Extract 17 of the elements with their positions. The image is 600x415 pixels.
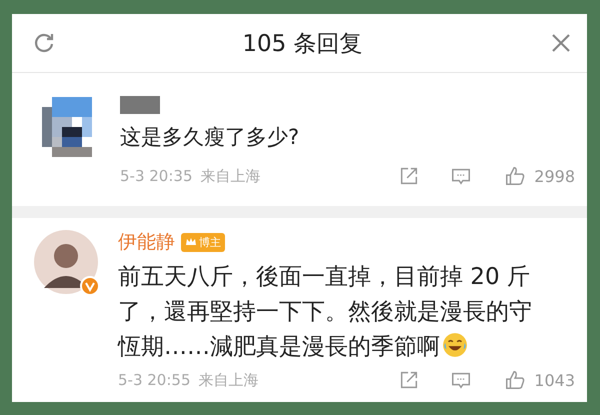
dialog-title: 105 条回复 — [242, 30, 363, 58]
avatar[interactable] — [34, 230, 98, 294]
comment-time: 5-3 20:55 — [118, 371, 190, 389]
like-icon[interactable] — [504, 165, 526, 187]
username[interactable]: 伊能静 — [118, 229, 175, 255]
blurred-username — [120, 96, 160, 114]
crown-icon — [185, 236, 197, 248]
blogger-badge: 博主 — [181, 232, 225, 252]
comment-text: 这是多久瘦了多少? — [120, 125, 300, 149]
refresh-icon[interactable] — [32, 31, 56, 55]
like-count: 2998 — [534, 166, 575, 186]
comment-text: 前五天八斤，後面一直掉，目前掉 20 斤了，還再堅持一下下。然後就是漫長的守恆期……減肥真是漫長的季節啊 — [118, 264, 532, 360]
like-count: 1043 — [534, 370, 575, 390]
comment-location: 来自上海 — [198, 370, 258, 390]
comment-location: 来自上海 — [200, 166, 260, 186]
comment-time: 5-3 20:35 — [120, 167, 192, 185]
like-icon[interactable] — [504, 369, 526, 391]
